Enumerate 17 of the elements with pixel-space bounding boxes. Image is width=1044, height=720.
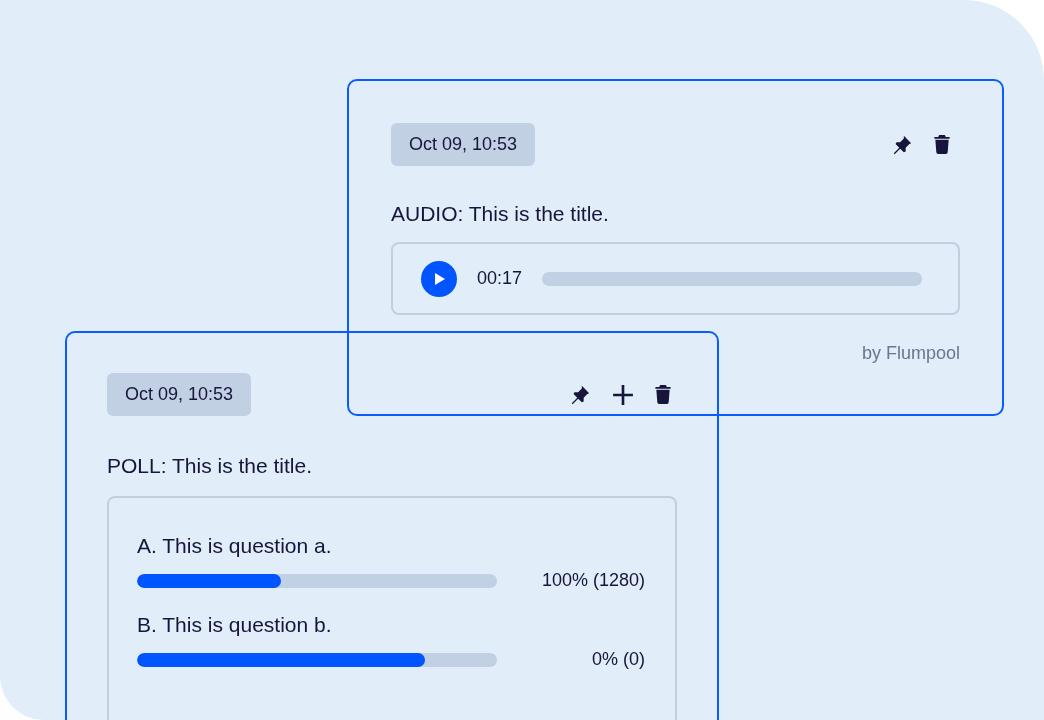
question-label: B. This is question b. xyxy=(137,613,333,637)
poll-result: 100% (1280) xyxy=(540,570,645,591)
trash-icon[interactable] xyxy=(934,135,950,154)
audio-progress-track[interactable] xyxy=(542,271,922,286)
date-badge: Oct 09, 10:53 xyxy=(107,373,252,416)
poll-result: 0% (0) xyxy=(591,649,645,670)
play-button[interactable] xyxy=(421,260,457,297)
plus-icon[interactable] xyxy=(612,383,634,406)
question-label: A. This is question a. xyxy=(137,534,333,558)
audio-time: 00:17 xyxy=(477,268,523,289)
trash-icon[interactable] xyxy=(655,385,671,404)
card-title: POLL: This is the title. xyxy=(107,454,314,478)
author-label: by Flumpool xyxy=(860,343,960,364)
date-badge: Oct 09, 10:53 xyxy=(391,123,536,166)
card-title: AUDIO: This is the title. xyxy=(391,202,610,226)
pin-icon[interactable] xyxy=(891,133,913,156)
pin-icon[interactable] xyxy=(569,383,591,406)
